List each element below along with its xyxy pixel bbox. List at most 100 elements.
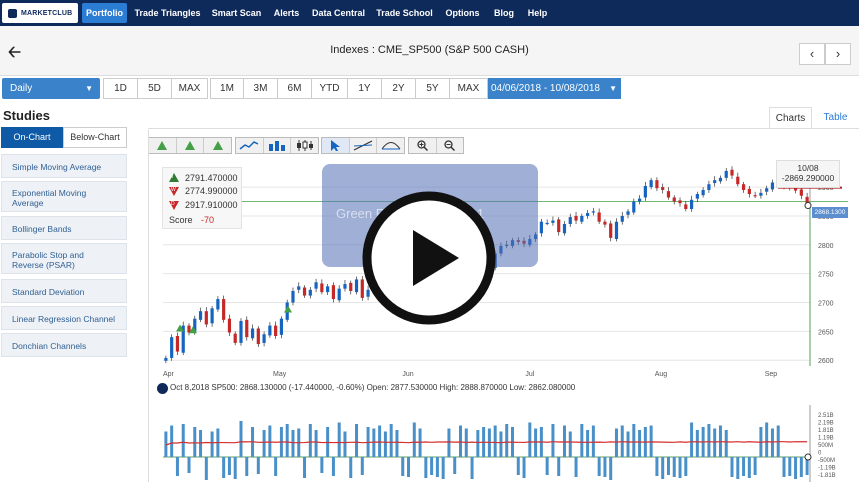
volume-bar xyxy=(632,424,636,457)
range-max-2[interactable]: MAX xyxy=(449,78,488,99)
volume-bar xyxy=(799,457,803,477)
range-2y[interactable]: 2Y xyxy=(381,78,416,99)
weekly-letter: W xyxy=(171,187,176,193)
nav-smart-scan[interactable]: Smart Scan xyxy=(208,3,265,23)
volume-tick-label: 2.19B xyxy=(818,421,834,427)
candle-body xyxy=(204,311,208,325)
volume-bar xyxy=(597,457,601,476)
range-1d[interactable]: 1D xyxy=(103,78,138,99)
candle-body xyxy=(655,180,659,189)
volume-bar xyxy=(430,457,434,475)
last-price-marker xyxy=(804,202,812,210)
volume-bar xyxy=(233,457,237,479)
period-value: Daily xyxy=(10,83,33,94)
candle-body xyxy=(245,319,249,338)
volume-bar xyxy=(412,422,416,457)
nav-portfolio[interactable]: Portfolio xyxy=(82,3,127,23)
study-simple-moving-average[interactable]: Simple Moving Average xyxy=(1,154,127,178)
chevron-right-icon[interactable]: › xyxy=(825,43,851,65)
study-donchian-channels[interactable]: Donchian Channels xyxy=(1,333,127,357)
range-5y[interactable]: 5Y xyxy=(415,78,450,99)
nav-blog[interactable]: Blog xyxy=(489,3,519,23)
volume-bar xyxy=(331,457,335,476)
candle-body xyxy=(210,308,214,324)
candle-body xyxy=(678,200,682,204)
candle-body xyxy=(759,192,763,196)
marketclub-logo[interactable]: MARKETCLUB xyxy=(2,3,78,23)
volume-bar xyxy=(649,425,653,457)
candle-body xyxy=(326,286,330,293)
volume-bar xyxy=(239,421,243,457)
date-range-picker[interactable]: 04/06/2018 - 10/08/2018 ▼ xyxy=(488,78,621,99)
candle-body xyxy=(568,217,572,225)
score-label: Score xyxy=(169,215,193,225)
volume-bar xyxy=(551,424,555,457)
nav-trade-school[interactable]: Trade School xyxy=(373,3,436,23)
range-1m[interactable]: 1M xyxy=(210,78,244,99)
nav-data-central[interactable]: Data Central xyxy=(308,3,369,23)
candle-body xyxy=(557,219,561,233)
candle-body xyxy=(741,184,746,190)
range-3m[interactable]: 3M xyxy=(243,78,278,99)
range-ytd[interactable]: YTD xyxy=(311,78,348,99)
volume-bar xyxy=(256,457,260,474)
y-tick-label: 2800 xyxy=(818,243,834,250)
volume-bar xyxy=(395,430,399,457)
candle-body xyxy=(222,299,226,320)
candle-body xyxy=(297,286,301,290)
range-5d[interactable]: 5D xyxy=(137,78,172,99)
nav-alerts[interactable]: Alerts xyxy=(269,3,304,23)
candle-body xyxy=(354,279,359,293)
nav-help[interactable]: Help xyxy=(523,3,552,23)
volume-bar xyxy=(522,457,526,478)
volume-bar xyxy=(770,428,774,457)
y-tick-label: 2600 xyxy=(818,358,834,365)
volume-bar xyxy=(320,457,324,473)
candle-body xyxy=(262,334,266,343)
x-tick-label: Aug xyxy=(655,371,668,378)
candle-body xyxy=(227,318,232,333)
daily-value: 2917.910000 xyxy=(185,200,238,210)
study-linear-regression-channel[interactable]: Linear Regression Channel xyxy=(1,306,127,330)
candle-body xyxy=(291,290,295,303)
volume-bar xyxy=(609,457,613,480)
play-button-icon[interactable] xyxy=(361,190,497,326)
study-psar[interactable]: Parabolic Stop and Reverse (PSAR) xyxy=(1,243,127,274)
volume-bar xyxy=(516,457,520,475)
period-select[interactable]: Daily ▼ xyxy=(2,78,100,99)
tab-table[interactable]: Table xyxy=(812,107,859,129)
volume-bar xyxy=(655,457,659,476)
tab-on-chart[interactable]: On-Chart xyxy=(1,127,63,148)
volume-chart[interactable]: 2.51B 2.19B1.81B 1.19B500M 0-500M -1.19B-1.8… xyxy=(148,405,859,482)
range-max-1[interactable]: MAX xyxy=(171,78,208,99)
candle-body xyxy=(591,211,595,213)
volume-bar xyxy=(401,457,405,476)
range-1y[interactable]: 1Y xyxy=(347,78,382,99)
volume-tick-label: -1.81B xyxy=(818,473,836,479)
caret-down-icon: ▼ xyxy=(85,84,93,93)
last-price-tag: 2868.1300 xyxy=(812,207,848,218)
candle-body xyxy=(597,212,601,222)
candle-body xyxy=(170,337,174,358)
candle-body xyxy=(239,320,243,343)
study-bollinger-bands[interactable]: Bollinger Bands xyxy=(1,216,127,240)
study-standard-deviation[interactable]: Standard Deviation xyxy=(1,279,127,303)
volume-bar xyxy=(187,457,191,473)
x-tick-label: Apr xyxy=(163,371,175,378)
tab-below-chart[interactable]: Below-Chart xyxy=(63,127,127,148)
volume-bar xyxy=(285,424,289,457)
volume-bar xyxy=(383,431,387,457)
volume-bar xyxy=(603,457,607,477)
nav-options[interactable]: Options xyxy=(440,3,485,23)
volume-bar xyxy=(303,457,307,478)
volume-bar xyxy=(557,457,561,476)
range-6m[interactable]: 6M xyxy=(277,78,312,99)
volume-tick-label: -1.19B xyxy=(818,466,836,472)
volume-bar xyxy=(453,457,457,474)
candle-body xyxy=(574,215,578,221)
nav-trade-triangles[interactable]: Trade Triangles xyxy=(131,3,204,23)
volume-bar xyxy=(568,431,572,457)
tab-charts[interactable]: Charts xyxy=(769,107,812,129)
study-exponential-moving-average[interactable]: Exponential Moving Average xyxy=(1,181,127,212)
chevron-left-icon[interactable]: ‹ xyxy=(799,43,825,65)
